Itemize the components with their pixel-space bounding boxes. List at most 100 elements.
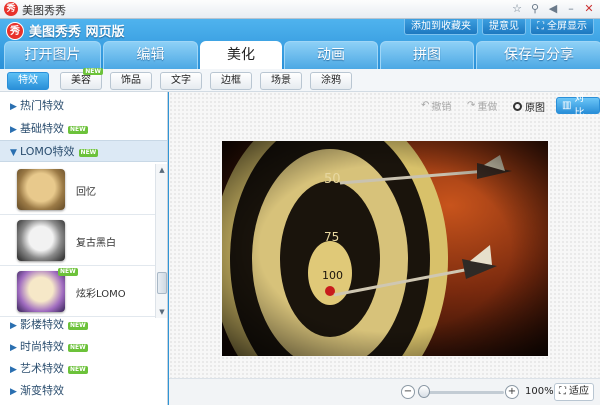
main-tabs: 打开图片 编辑 美化 动画 拼图 保存与分享 bbox=[4, 41, 600, 69]
undo-icon: ↶ bbox=[421, 100, 430, 111]
effect-label: 复古黑白 bbox=[76, 238, 116, 249]
undo-button[interactable]: ↶ 撤销 bbox=[421, 98, 451, 113]
category-label: 时尚特效 bbox=[20, 340, 64, 353]
tab-save-share[interactable]: 保存与分享 bbox=[476, 41, 600, 69]
category-studio-effects[interactable]: ▶ 影楼特效 NEW bbox=[0, 314, 167, 336]
category-fashion-effects[interactable]: ▶ 时尚特效 NEW bbox=[0, 336, 167, 358]
category-label: 艺术特效 bbox=[20, 362, 64, 375]
effect-thumbnail bbox=[17, 220, 65, 261]
effect-item-retro-bw[interactable]: 复古黑白 bbox=[0, 215, 155, 266]
chevron-right-icon: ▶ bbox=[10, 102, 17, 112]
new-badge: NEW bbox=[83, 68, 103, 75]
link-icon[interactable]: ⚲ bbox=[528, 2, 542, 16]
subtab-effects-label: 特效 bbox=[18, 75, 38, 86]
dartboard-photo: 50 75 100 bbox=[222, 141, 548, 356]
zoom-slider-track[interactable] bbox=[418, 391, 504, 394]
subtab-doodle[interactable]: 涂鸦 bbox=[310, 72, 352, 90]
original-toggle[interactable]: 原图 bbox=[513, 99, 545, 114]
effect-thumbnail bbox=[17, 271, 65, 312]
subtab-accessories-label: 饰品 bbox=[121, 75, 141, 86]
effect-thumbnail bbox=[17, 169, 65, 210]
effect-item-memory[interactable]: 回忆 bbox=[0, 164, 155, 215]
zoom-out-icon[interactable]: − bbox=[401, 385, 415, 399]
fullscreen-button[interactable]: ⛶ 全屏显示 bbox=[530, 19, 594, 35]
app-header: 秀 美图秀秀 网页版 添加到收藏夹 提意见 ⛶ 全屏显示 打开图片 编辑 美化 动… bbox=[0, 19, 600, 69]
scroll-up-icon[interactable]: ▲ bbox=[157, 165, 167, 175]
effect-item-colorful-lomo[interactable]: NEW 炫彩LOMO bbox=[0, 266, 155, 317]
category-label: 影楼特效 bbox=[20, 318, 64, 331]
category-label: 热门特效 bbox=[20, 99, 64, 112]
category-basic-effects[interactable]: ▶ 基础特效 NEW bbox=[0, 118, 167, 140]
brand-name: 美图秀秀 网页版 bbox=[29, 25, 125, 40]
category-label: 基础特效 bbox=[20, 122, 64, 135]
feedback-button[interactable]: 提意见 bbox=[482, 19, 526, 35]
star-icon[interactable]: ☆ bbox=[510, 2, 524, 16]
subtab-frames-label: 边框 bbox=[221, 75, 241, 86]
new-badge: NEW bbox=[68, 126, 88, 134]
app-logo-icon: 秀 bbox=[4, 2, 18, 16]
new-badge: NEW bbox=[78, 149, 99, 157]
category-label: LOMO特效 bbox=[20, 145, 75, 158]
subtab-text-label: 文字 bbox=[171, 75, 191, 86]
effects-sidebar: ▶ 热门特效 ▶ 基础特效 NEW ▼ LOMO特效 NEW 回忆 复古黑白 NEW 炫彩… bbox=[0, 92, 168, 405]
category-gradient-effects[interactable]: ▶ 渐变特效 bbox=[0, 380, 167, 402]
subtab-beauty-label: 美容 bbox=[71, 75, 91, 86]
status-bar: − + 100% ⛶ 适应 bbox=[169, 378, 600, 405]
fit-icon: ⛶ bbox=[559, 386, 566, 397]
subtab-scenes[interactable]: 场景 bbox=[260, 72, 302, 90]
zoom-slider-handle[interactable] bbox=[418, 385, 430, 398]
chevron-right-icon: ▶ bbox=[10, 387, 17, 397]
effect-list-scrollbar[interactable]: ▲ ▼ bbox=[155, 164, 167, 318]
undo-label: 撤销 bbox=[431, 102, 452, 113]
minimize-icon[interactable]: – bbox=[564, 2, 578, 16]
tab-open-image[interactable]: 打开图片 bbox=[4, 41, 101, 69]
category-label: 渐变特效 bbox=[20, 384, 64, 397]
category-art-effects[interactable]: ▶ 艺术特效 NEW bbox=[0, 358, 167, 380]
scrollbar-thumb[interactable] bbox=[157, 272, 167, 294]
tab-animation[interactable]: 动画 bbox=[284, 41, 378, 69]
fullscreen-label: 全屏显示 bbox=[547, 21, 587, 32]
effect-list: 回忆 复古黑白 NEW 炫彩LOMO bbox=[0, 164, 155, 318]
compare-button[interactable]: ▥ 对比 bbox=[556, 93, 600, 119]
compare-icon: ▥ bbox=[562, 100, 572, 111]
feedback-label: 提意见 bbox=[489, 21, 519, 32]
tab-beautify[interactable]: 美化 bbox=[200, 41, 282, 69]
category-hot-effects[interactable]: ▶ 热门特效 bbox=[0, 95, 167, 117]
window-title: 美图秀秀 bbox=[22, 4, 66, 17]
subtab-frames[interactable]: 边框 bbox=[210, 72, 252, 90]
chevron-down-icon: ▼ bbox=[10, 148, 17, 158]
app-window: 秀 美图秀秀 ☆ ⚲ ◀ – ✕ 秀 美图秀秀 网页版 添加到收藏夹 提意见 ⛶… bbox=[0, 0, 600, 405]
beautify-subtabs: 特效 美容 NEW 饰品 文字 边框 场景 涂鸦 bbox=[0, 68, 600, 92]
brand: 秀 美图秀秀 网页版 bbox=[6, 21, 125, 40]
subtab-accessories[interactable]: 饰品 bbox=[110, 72, 152, 90]
tab-edit[interactable]: 编辑 bbox=[103, 41, 198, 69]
tab-collage[interactable]: 拼图 bbox=[380, 41, 474, 69]
subtab-text[interactable]: 文字 bbox=[160, 72, 202, 90]
chevron-right-icon: ▶ bbox=[10, 125, 17, 135]
effect-label: 炫彩LOMO bbox=[76, 289, 126, 300]
photo-preview[interactable]: 50 75 100 bbox=[222, 141, 548, 356]
new-badge: NEW bbox=[68, 366, 88, 374]
original-label: 原图 bbox=[525, 103, 545, 114]
window-controls: ☆ ⚲ ◀ – ✕ bbox=[510, 2, 596, 16]
fullscreen-icon: ⛶ bbox=[537, 21, 544, 32]
zoom-in-icon[interactable]: + bbox=[505, 385, 519, 399]
speaker-icon[interactable]: ◀ bbox=[546, 2, 560, 16]
redo-button[interactable]: ↷ 重做 bbox=[467, 98, 497, 113]
chevron-right-icon: ▶ bbox=[10, 365, 17, 375]
effect-label: 回忆 bbox=[76, 187, 96, 198]
new-badge: NEW bbox=[58, 268, 78, 276]
redo-icon: ↷ bbox=[467, 100, 476, 111]
fit-button[interactable]: ⛶ 适应 bbox=[554, 383, 594, 401]
subtab-beauty[interactable]: 美容 NEW bbox=[60, 68, 103, 90]
category-lomo-effects[interactable]: ▼ LOMO特效 NEW bbox=[0, 140, 167, 162]
title-bar: 秀 美图秀秀 ☆ ⚲ ◀ – ✕ bbox=[0, 0, 600, 19]
chevron-right-icon: ▶ bbox=[10, 321, 17, 331]
new-badge: NEW bbox=[68, 322, 88, 330]
add-favorites-label: 添加到收藏夹 bbox=[411, 21, 471, 32]
add-favorites-button[interactable]: 添加到收藏夹 bbox=[404, 19, 478, 35]
zoom-level: 100% bbox=[525, 386, 554, 397]
close-icon[interactable]: ✕ bbox=[582, 2, 596, 16]
subtab-doodle-label: 涂鸦 bbox=[321, 75, 341, 86]
subtab-effects[interactable]: 特效 bbox=[7, 72, 49, 90]
